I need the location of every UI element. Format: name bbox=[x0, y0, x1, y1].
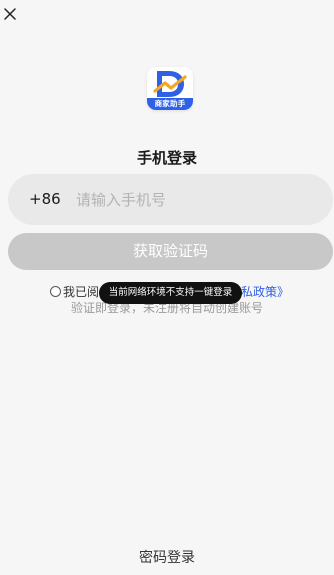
country-code-selector[interactable]: +86 bbox=[29, 174, 61, 225]
logo-mark-icon bbox=[153, 71, 187, 97]
close-button[interactable] bbox=[2, 6, 18, 22]
password-login-link[interactable]: 密码登录 bbox=[0, 549, 334, 567]
app-logo: 商家助手 bbox=[147, 67, 193, 110]
logo-label: 商家助手 bbox=[147, 98, 193, 110]
privacy-policy-link[interactable]: 私政策》 bbox=[241, 283, 289, 301]
close-icon bbox=[4, 8, 16, 20]
get-code-button[interactable]: 获取验证码 bbox=[8, 233, 333, 270]
phone-field: +86 bbox=[8, 174, 333, 225]
agreement-checkbox[interactable] bbox=[50, 286, 61, 297]
phone-input[interactable] bbox=[76, 184, 316, 215]
agreement-text: 我已阅 bbox=[63, 285, 100, 299]
network-toast: 当前网络环境不支持一键登录 bbox=[99, 282, 242, 304]
page-title: 手机登录 bbox=[136, 149, 197, 167]
